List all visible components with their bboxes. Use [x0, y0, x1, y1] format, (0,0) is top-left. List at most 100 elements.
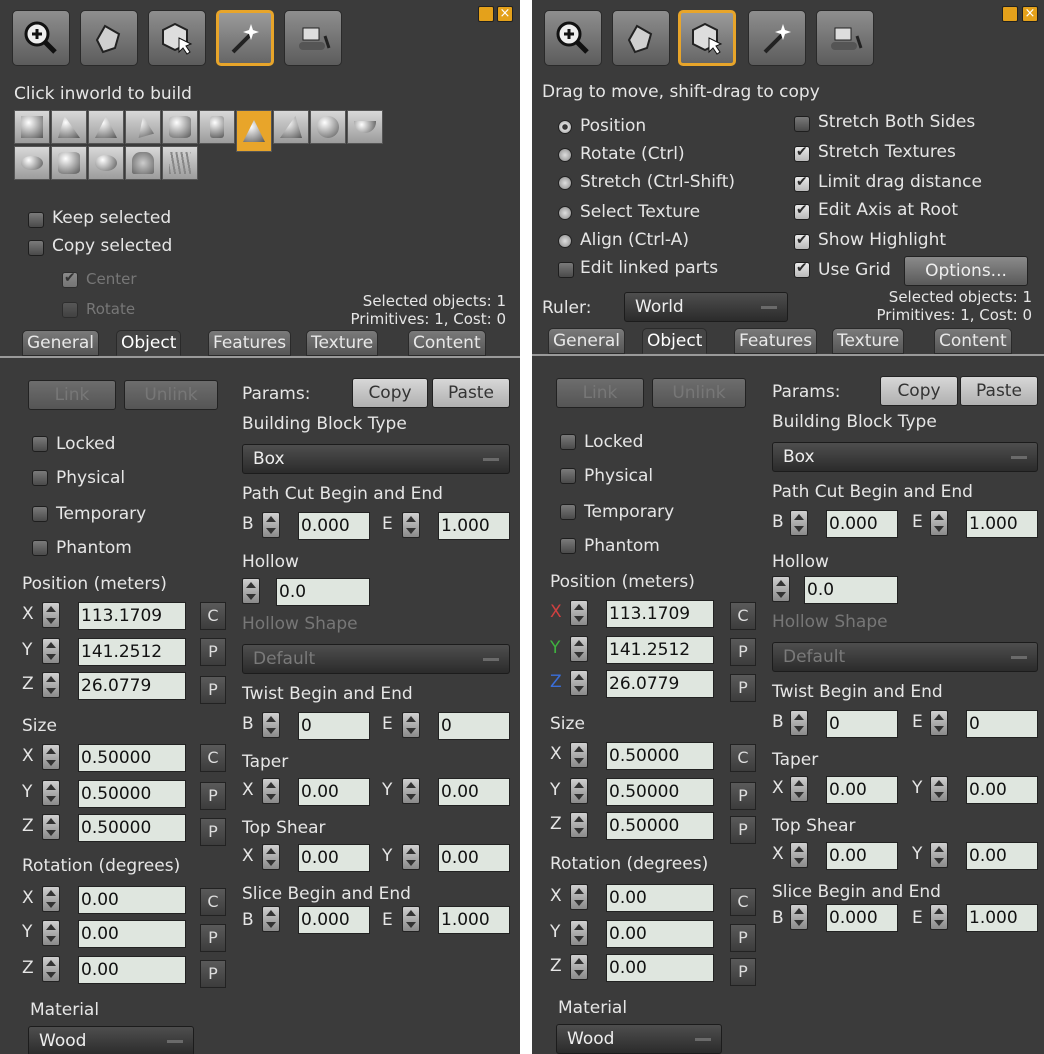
radio-select-texture[interactable] — [558, 206, 572, 220]
link-button[interactable]: Link — [556, 378, 644, 408]
slice-b-spinner[interactable] — [790, 904, 808, 930]
params-copy-button[interactable]: Copy — [880, 376, 958, 406]
hollow-shape-dropdown[interactable]: Default — [242, 644, 510, 674]
twist-b-field[interactable]: 0 — [298, 712, 370, 740]
rot-x-spinner[interactable] — [570, 884, 588, 910]
size-copy-button[interactable]: C — [730, 744, 756, 772]
shape-hemisphere[interactable] — [347, 110, 383, 144]
material-dropdown[interactable]: Wood — [556, 1024, 722, 1054]
twist-b-spinner[interactable] — [790, 710, 808, 736]
size-paste-button[interactable]: P — [200, 782, 226, 810]
pathcut-b-field[interactable]: 0.000 — [298, 512, 370, 540]
edit-linked-checkbox[interactable] — [558, 262, 574, 278]
shear-x-spinner[interactable] — [790, 842, 808, 868]
shape-grass[interactable] — [162, 146, 198, 180]
radio-rotate[interactable] — [558, 148, 572, 162]
rot-x-field[interactable]: 0.00 — [78, 886, 186, 914]
focus-tool-button[interactable] — [12, 10, 70, 66]
size-z-spinner[interactable] — [42, 814, 60, 840]
shear-x-field[interactable]: 0.00 — [298, 844, 370, 872]
grab-tool-button[interactable] — [612, 10, 670, 66]
shear-y-spinner[interactable] — [402, 844, 420, 870]
tab-content[interactable]: Content — [934, 328, 1012, 354]
rot-z-spinner[interactable] — [42, 956, 60, 982]
pos-x-field[interactable]: 113.1709 — [78, 602, 186, 630]
size-x-spinner[interactable] — [42, 744, 60, 770]
size-y-spinner[interactable] — [42, 780, 60, 806]
hollow-field[interactable]: 0.0 — [804, 576, 898, 604]
hollow-field[interactable]: 0.0 — [276, 578, 370, 606]
unlink-button[interactable]: Unlink — [124, 380, 218, 410]
size-y-spinner[interactable] — [570, 778, 588, 804]
phantom-checkbox[interactable] — [32, 540, 48, 556]
shape-hemi-cylinder[interactable] — [199, 110, 235, 144]
twist-e-field[interactable]: 0 — [966, 710, 1038, 738]
unlink-button[interactable]: Unlink — [652, 378, 746, 408]
stretch-both-sides-checkbox[interactable] — [794, 116, 810, 132]
locked-checkbox[interactable] — [560, 434, 576, 450]
slice-e-spinner[interactable] — [930, 904, 948, 930]
rot-copy-button[interactable]: C — [200, 888, 226, 916]
tab-object[interactable]: Object — [642, 328, 708, 354]
pos-y-spinner[interactable] — [42, 638, 60, 664]
size-y-field[interactable]: 0.50000 — [606, 778, 714, 806]
pos-z-field[interactable]: 26.0779 — [606, 670, 714, 698]
taper-x-field[interactable]: 0.00 — [298, 778, 370, 806]
pos-copy-button[interactable]: C — [730, 602, 756, 630]
size-paste-z-button[interactable]: P — [200, 818, 226, 846]
pos-y-spinner[interactable] — [570, 636, 588, 662]
tab-object[interactable]: Object — [116, 330, 182, 356]
twist-b-spinner[interactable] — [262, 712, 280, 738]
size-z-spinner[interactable] — [570, 812, 588, 838]
rot-paste-button[interactable]: P — [200, 924, 226, 952]
stretch-textures-checkbox[interactable] — [794, 144, 810, 162]
shear-y-spinner[interactable] — [930, 842, 948, 868]
grab-tool-button[interactable] — [80, 10, 138, 66]
size-x-field[interactable]: 0.50000 — [606, 742, 714, 770]
rot-paste-button[interactable]: P — [730, 924, 756, 952]
close-button[interactable]: × — [497, 6, 513, 22]
taper-x-field[interactable]: 0.00 — [826, 776, 898, 804]
pathcut-e-field[interactable]: 1.000 — [438, 512, 510, 540]
slice-e-field[interactable]: 1.000 — [438, 906, 510, 934]
land-tool-button[interactable] — [284, 10, 342, 66]
shape-tetrahedron[interactable] — [125, 110, 161, 144]
taper-y-field[interactable]: 0.00 — [966, 776, 1038, 804]
rot-paste-z-button[interactable]: P — [200, 960, 226, 988]
temporary-checkbox[interactable] — [32, 506, 48, 522]
hollow-spinner[interactable] — [772, 576, 790, 602]
center-checkbox[interactable] — [62, 270, 78, 288]
ruler-dropdown[interactable]: World — [624, 292, 788, 322]
pos-y-field[interactable]: 141.2512 — [606, 636, 714, 664]
shape-cylinder[interactable] — [162, 110, 198, 144]
size-z-field[interactable]: 0.50000 — [606, 812, 714, 840]
use-grid-checkbox[interactable] — [794, 260, 810, 278]
keep-selected-checkbox[interactable] — [28, 212, 44, 228]
shape-torus[interactable] — [14, 146, 50, 180]
slice-b-field[interactable]: 0.000 — [298, 906, 370, 934]
rot-x-field[interactable]: 0.00 — [606, 884, 714, 912]
size-paste-button[interactable]: P — [730, 782, 756, 810]
taper-y-spinner[interactable] — [930, 776, 948, 802]
pos-paste-button[interactable]: P — [200, 638, 226, 666]
pos-z-field[interactable]: 26.0779 — [78, 672, 186, 700]
locked-checkbox[interactable] — [32, 436, 48, 452]
bbt-dropdown[interactable]: Box — [242, 444, 510, 474]
shear-x-field[interactable]: 0.00 — [826, 842, 898, 870]
grid-options-button[interactable]: Options... — [904, 256, 1028, 286]
pos-paste-z-button[interactable]: P — [200, 676, 226, 704]
tab-texture[interactable]: Texture — [306, 330, 379, 356]
slice-e-spinner[interactable] — [402, 906, 420, 932]
limit-drag-checkbox[interactable] — [794, 174, 810, 192]
taper-x-spinner[interactable] — [262, 778, 280, 804]
pathcut-b-field[interactable]: 0.000 — [826, 510, 898, 538]
focus-tool-button[interactable] — [544, 10, 602, 66]
pathcut-b-spinner[interactable] — [790, 510, 808, 536]
pos-x-spinner[interactable] — [42, 602, 60, 628]
bbt-dropdown[interactable]: Box — [772, 442, 1038, 472]
taper-x-spinner[interactable] — [790, 776, 808, 802]
shape-tree[interactable] — [125, 146, 161, 180]
size-copy-button[interactable]: C — [200, 744, 226, 772]
params-paste-button[interactable]: Paste — [432, 378, 510, 408]
physical-checkbox[interactable] — [32, 470, 48, 486]
